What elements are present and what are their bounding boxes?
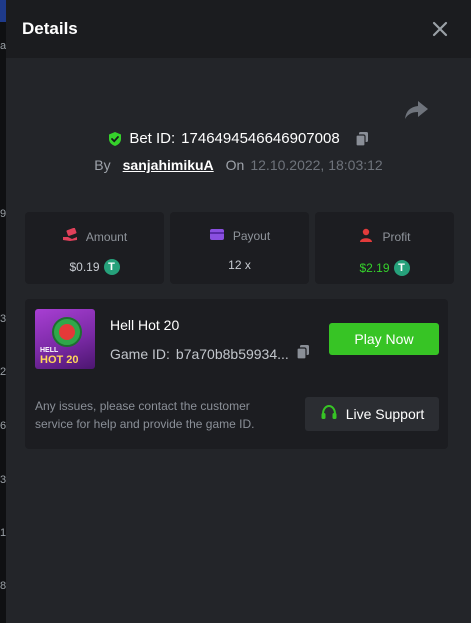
usdt-icon: T <box>393 260 410 276</box>
shield-check-icon <box>107 131 123 147</box>
money-hand-icon <box>62 227 78 245</box>
copy-icon[interactable] <box>354 131 370 147</box>
details-modal: Details Bet ID: 1746494546646907008 By s… <box>6 0 471 623</box>
bet-datetime: 12.10.2022, 18:03:12 <box>250 157 383 173</box>
stat-profit-value: $2.19 <box>359 261 390 275</box>
close-icon[interactable] <box>429 18 451 40</box>
stat-amount: Amount $0.19 T <box>25 212 164 284</box>
play-now-button[interactable]: Play Now <box>329 323 439 355</box>
stat-profit-label: Profit <box>382 230 411 244</box>
bet-byline: By sanjahimikuA On 12.10.2022, 18:03:12 <box>6 157 471 173</box>
stat-payout-value: 12 x <box>228 258 251 272</box>
stat-amount-label: Amount <box>85 229 128 244</box>
on-label: On <box>225 157 245 173</box>
live-support-button[interactable]: Live Support <box>305 397 439 431</box>
stat-payout-label: Payout <box>232 229 271 243</box>
headset-icon <box>320 404 338 425</box>
stat-payout: Payout 12 x <box>170 212 309 284</box>
usdt-icon: T <box>103 259 120 275</box>
by-label: By <box>94 157 111 173</box>
wallet-icon <box>209 228 225 244</box>
game-card: HELL HOT 20 Hell Hot 20 Game ID: b7a70b8… <box>25 299 448 449</box>
username-link[interactable]: sanjahimikuA <box>123 157 214 173</box>
modal-header: Details <box>6 0 471 58</box>
modal-title: Details <box>22 19 78 38</box>
live-support-label: Live Support <box>345 406 425 422</box>
bet-id-line: Bet ID: 1746494546646907008 <box>6 130 471 151</box>
stat-profit: Profit $2.19 T <box>315 212 454 284</box>
game-id-value: b7a70b8b59934... <box>175 345 289 362</box>
bet-id-label: Bet ID: <box>129 130 176 147</box>
game-id-label: Game ID: <box>110 345 170 362</box>
game-name: Hell Hot 20 <box>110 317 180 333</box>
share-icon[interactable] <box>404 98 430 122</box>
support-help-text: Any issues, please contact the customer … <box>35 399 255 431</box>
thumbnail-text-bottom: HOT 20 <box>40 354 79 366</box>
game-thumbnail[interactable]: HELL HOT 20 <box>35 309 95 369</box>
bet-stats: Amount $0.19 T Payout 12 x Profit $2.19 … <box>25 212 454 284</box>
bet-id-value: 1746494546646907008 <box>181 130 340 147</box>
stat-amount-value: $0.19 <box>69 260 100 274</box>
watermelon-icon <box>52 317 82 347</box>
thumbnail-text-top: HELL <box>40 347 59 354</box>
game-id-line: Game ID: b7a70b8b59934... <box>110 344 311 363</box>
copy-icon[interactable] <box>295 344 311 363</box>
person-coin-icon <box>358 228 374 246</box>
